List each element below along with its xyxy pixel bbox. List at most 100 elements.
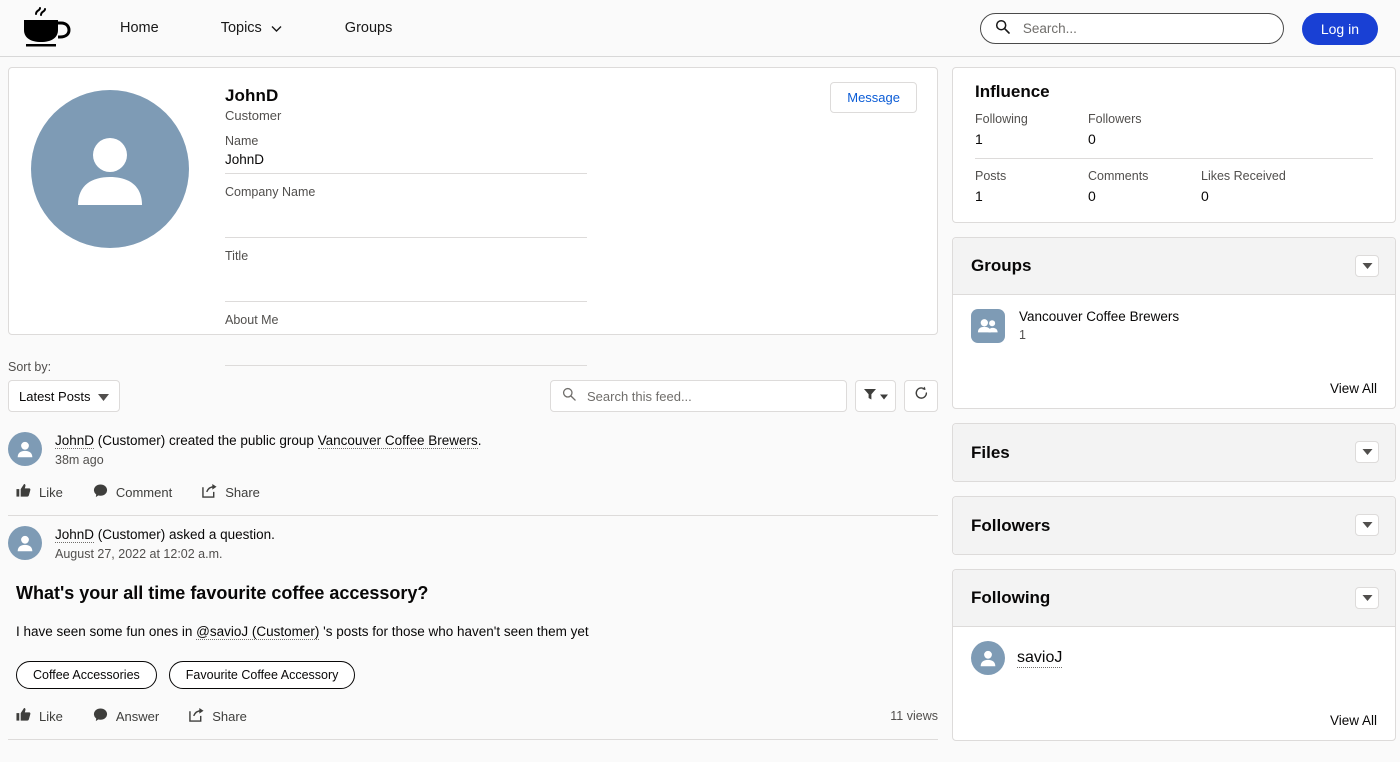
nav-label: Topics xyxy=(220,20,262,36)
post-actions: Like Answer Share 11 views xyxy=(16,707,938,725)
search-icon xyxy=(995,19,1010,39)
influence-row: Posts 1 Comments 0 Likes Received 0 xyxy=(975,158,1373,204)
stat-comments: Comments 0 xyxy=(1088,169,1201,204)
message-button[interactable]: Message xyxy=(830,82,917,113)
following-panel-header: Following xyxy=(953,570,1395,627)
answer-button[interactable]: Answer xyxy=(93,707,159,725)
like-label: Like xyxy=(39,484,63,500)
panel-title: Followers xyxy=(971,515,1051,535)
like-label: Like xyxy=(39,708,63,724)
sort-label: Sort by: xyxy=(8,360,52,374)
search-icon xyxy=(562,387,576,406)
following-user-link[interactable]: savioJ xyxy=(1017,649,1063,668)
feed-search-input[interactable] xyxy=(585,387,835,405)
nav-item-topics[interactable]: Topics xyxy=(221,20,283,36)
post-author-link[interactable]: JohnD xyxy=(55,433,95,449)
following-panel-body: savioJ View All xyxy=(953,627,1395,740)
stat-label: Comments xyxy=(1088,169,1149,183)
field-label: Name xyxy=(225,134,259,148)
topic-pill[interactable]: Coffee Accessories xyxy=(16,661,157,690)
feed-list: JohnD (Customer) created the public grou… xyxy=(8,422,938,741)
profile-field-company[interactable]: Company Name xyxy=(225,185,587,238)
post-body-pre: I have seen some fun ones in xyxy=(16,624,197,640)
login-button[interactable]: Log in xyxy=(1301,12,1378,45)
header-actions: Log in xyxy=(979,0,1378,57)
main-column: JohnD Customer Name JohnD Company Name T… xyxy=(8,67,938,741)
nav-item-groups[interactable]: Groups xyxy=(345,20,393,36)
group-people-icon xyxy=(971,309,1005,343)
field-value xyxy=(225,267,587,297)
post-views-count: 11 views xyxy=(890,709,938,724)
groups-view-all-link[interactable]: View All xyxy=(1330,381,1377,396)
caret-down-icon[interactable] xyxy=(1355,514,1379,536)
panel-title: Influence xyxy=(975,82,1050,101)
feed-refresh-button[interactable] xyxy=(904,380,938,412)
page-body: JohnD Customer Name JohnD Company Name T… xyxy=(0,57,1400,762)
panel-title: Following xyxy=(971,588,1051,607)
like-button[interactable]: Like xyxy=(16,707,63,725)
share-icon xyxy=(202,483,217,501)
caret-down-icon[interactable] xyxy=(1355,255,1379,277)
groups-panel-body: Vancouver Coffee Brewers 1 View All xyxy=(953,295,1395,408)
global-search[interactable] xyxy=(979,13,1284,44)
sort-dropdown[interactable]: Latest Posts xyxy=(8,380,120,412)
post-group-link[interactable]: Vancouver Coffee Brewers xyxy=(317,433,478,449)
post-meta: JohnD (Customer) asked a question. Augus… xyxy=(55,526,275,561)
group-info: Vancouver Coffee Brewers 1 xyxy=(1019,309,1179,342)
search-input[interactable] xyxy=(1020,20,1269,37)
nav-item-home[interactable]: Home xyxy=(120,20,159,36)
refresh-icon xyxy=(914,386,929,406)
user-avatar xyxy=(971,641,1005,675)
stat-label: Following xyxy=(975,112,1028,126)
stat-label: Posts xyxy=(975,169,1007,183)
thumbs-up-icon xyxy=(16,707,31,725)
chevron-down-icon xyxy=(270,22,283,35)
field-label: Title xyxy=(225,249,249,263)
feed-toolbar-right xyxy=(550,380,938,412)
followers-panel: Followers xyxy=(952,496,1396,555)
user-avatar[interactable] xyxy=(8,432,42,466)
share-label: Share xyxy=(225,484,260,500)
post-header: JohnD (Customer) created the public grou… xyxy=(8,432,938,467)
share-button[interactable]: Share xyxy=(202,483,260,501)
comment-button[interactable]: Comment xyxy=(93,483,172,501)
following-panel: Following savioJ View All xyxy=(952,569,1396,741)
following-view-all-link[interactable]: View All xyxy=(1330,713,1377,728)
like-button[interactable]: Like xyxy=(16,483,63,501)
group-name[interactable]: Vancouver Coffee Brewers xyxy=(1019,309,1179,324)
share-label: Share xyxy=(212,708,247,724)
post-meta-line: JohnD (Customer) asked a question. xyxy=(55,526,275,544)
post-action-text: (Customer) created the public group xyxy=(94,433,318,448)
groups-panel-header: Groups xyxy=(953,238,1395,295)
coffee-cup-logo[interactable] xyxy=(18,5,76,51)
feed-post: JohnD (Customer) created the public grou… xyxy=(8,422,938,517)
share-button[interactable]: Share xyxy=(189,707,247,725)
list-item[interactable]: Vancouver Coffee Brewers 1 xyxy=(971,309,1377,343)
post-body: I have seen some fun ones in @savioJ (Cu… xyxy=(16,624,938,641)
field-label: Company Name xyxy=(225,185,316,199)
caret-down-icon[interactable] xyxy=(1355,441,1379,463)
profile-role: Customer xyxy=(225,108,282,123)
post-author-link[interactable]: JohnD xyxy=(55,527,95,544)
profile-card: JohnD Customer Name JohnD Company Name T… xyxy=(8,67,938,366)
post-timestamp: August 27, 2022 at 12:02 a.m. xyxy=(55,547,223,562)
groups-panel: Groups Vancouver Coffee Brewers 1 View A… xyxy=(952,237,1396,409)
stat-posts: Posts 1 xyxy=(975,169,1088,204)
post-title[interactable]: What's your all time favourite coffee ac… xyxy=(16,583,938,604)
sort-control: Sort by: Latest Posts xyxy=(8,360,120,412)
stat-followers: Followers 0 xyxy=(1088,112,1201,147)
feed-search[interactable] xyxy=(550,380,847,412)
feed-filter-button[interactable] xyxy=(855,380,896,412)
post-mention-link[interactable]: @savioJ (Customer) xyxy=(196,624,320,641)
user-avatar[interactable] xyxy=(31,90,189,248)
list-item[interactable]: savioJ xyxy=(971,641,1377,675)
topic-pill[interactable]: Favourite Coffee Accessory xyxy=(168,661,356,690)
profile-field-title[interactable]: Title xyxy=(225,249,587,302)
influence-panel: Influence Following 1 Followers 0 Posts … xyxy=(952,67,1396,223)
stat-value: 1 xyxy=(975,188,983,204)
profile-field-name[interactable]: Name JohnD xyxy=(225,134,587,174)
caret-down-icon[interactable] xyxy=(1355,587,1379,609)
files-panel-header: Files xyxy=(953,424,1395,481)
user-avatar[interactable] xyxy=(8,526,42,561)
filter-funnel-icon xyxy=(863,387,877,406)
